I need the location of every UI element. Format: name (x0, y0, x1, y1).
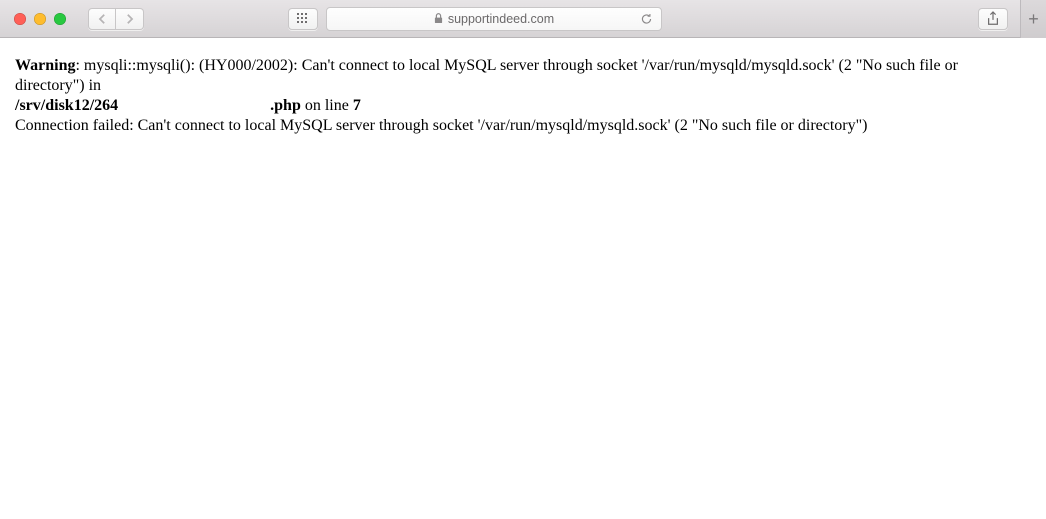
error-path-prefix: /srv/disk12/264 (15, 97, 118, 114)
reload-button[interactable] (640, 12, 653, 29)
error-path-suffix: .php (270, 97, 301, 114)
lock-icon (434, 13, 443, 24)
warning-body: : mysqli::mysqli(): (HY000/2002): Can't … (15, 57, 958, 94)
chevron-right-icon (125, 13, 134, 25)
new-tab-button[interactable]: + (1020, 0, 1046, 38)
grid-icon (297, 13, 309, 25)
on-line-text: on line (301, 97, 353, 114)
window-traffic-lights (14, 13, 66, 25)
warning-label: Warning (15, 57, 75, 74)
browser-toolbar: supportindeed.com + (0, 0, 1046, 38)
zoom-window-button[interactable] (54, 13, 66, 25)
forward-button[interactable] (116, 8, 144, 30)
chevron-left-icon (98, 13, 107, 25)
connection-failed-line: Connection failed: Can't connect to loca… (15, 116, 1031, 136)
page-content: Warning: mysqli::mysqli(): (HY000/2002):… (0, 38, 1046, 154)
minimize-window-button[interactable] (34, 13, 46, 25)
close-window-button[interactable] (14, 13, 26, 25)
plus-icon: + (1028, 10, 1039, 28)
back-button[interactable] (88, 8, 116, 30)
error-line-number: 7 (353, 97, 361, 114)
show-sites-button[interactable] (288, 8, 318, 30)
reload-icon (640, 12, 653, 26)
address-bar[interactable]: supportindeed.com (326, 7, 662, 31)
address-host-text: supportindeed.com (448, 12, 554, 26)
nav-button-group (88, 8, 144, 30)
share-icon (986, 11, 1000, 27)
share-button[interactable] (978, 8, 1008, 30)
php-warning-line: Warning: mysqli::mysqli(): (HY000/2002):… (15, 56, 1031, 116)
